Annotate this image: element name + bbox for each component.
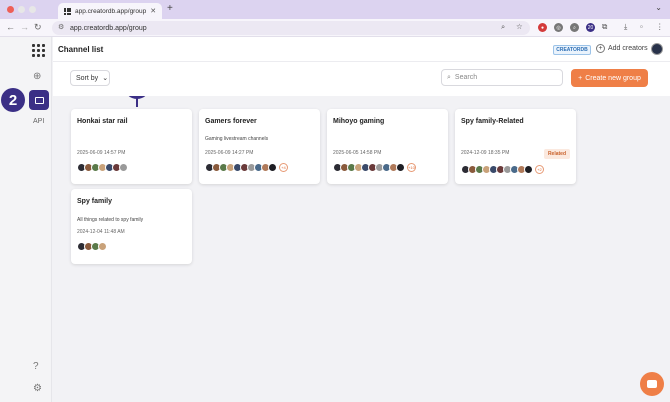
group-date: 2024-12-04 11:48 AM	[77, 229, 125, 235]
menu-kebab-icon[interactable]: ⋮	[656, 22, 664, 31]
bookmark-star-icon[interactable]: ☆	[516, 22, 523, 31]
globe-icon[interactable]: ⊕	[33, 71, 41, 82]
group-card[interactable]: Mihoyo gaming 2025-06-05 14:58 PM +10	[327, 109, 448, 184]
api-nav-link[interactable]: API	[33, 118, 44, 125]
sort-by-label: Sort by	[76, 74, 99, 82]
forward-arrow-icon[interactable]: →	[20, 22, 29, 32]
creator-avatar	[119, 163, 128, 172]
group-title: Honkai star rail	[77, 118, 128, 125]
chat-support-button[interactable]	[640, 372, 664, 396]
reload-icon[interactable]: ↻	[34, 22, 42, 33]
group-card[interactable]: Spy family All things related to spy fam…	[71, 189, 192, 264]
browser-tab[interactable]: app.creatordb.app/group ✕	[58, 3, 162, 19]
add-creators-label: Add creators	[608, 45, 648, 52]
page-title: Channel list	[58, 45, 104, 54]
sort-by-dropdown[interactable]: Sort by ⌄	[70, 70, 110, 86]
group-avatars	[77, 163, 128, 172]
browser-toolbar: ← → ↻ ⚙ app.creatordb.app/group ⌕ ☆ ● ◎ …	[0, 19, 670, 37]
group-title: Spy family-Related	[461, 118, 524, 125]
plus-icon: +	[578, 74, 583, 82]
tab-list-chevron-icon[interactable]: ⌄	[655, 3, 662, 12]
group-avatars: +4	[205, 163, 288, 172]
more-creators-badge: +2	[535, 165, 544, 174]
extension-icon[interactable]: ⌕	[570, 23, 579, 32]
creator-avatar	[268, 163, 277, 172]
app-logo[interactable]	[32, 44, 45, 57]
page-header: Channel list CREATORDB + Add creators	[53, 37, 670, 62]
plus-circle-icon: +	[596, 44, 605, 53]
channel-list-nav-button[interactable]	[29, 90, 49, 110]
creator-avatar	[396, 163, 405, 172]
favicon-icon	[64, 7, 71, 15]
profile-icon[interactable]: ▫	[640, 22, 643, 31]
group-card[interactable]: Spy family-Related Related 2024-12-09 18…	[455, 109, 576, 184]
back-arrow-icon[interactable]: ←	[6, 22, 15, 32]
close-window-button[interactable]	[7, 6, 14, 13]
step-3-pointer	[136, 98, 138, 107]
address-bar[interactable]: ⚙ app.creatordb.app/group	[52, 21, 530, 35]
group-date: 2024-12-09 18:35 PM	[461, 150, 510, 156]
tab-title: app.creatordb.app/group	[75, 7, 147, 15]
group-title: Gamers forever	[205, 118, 257, 125]
zoom-window-button[interactable]	[29, 6, 36, 13]
creator-avatar	[524, 165, 533, 174]
list-toolbar: Sort by ⌄ ⌕ Search + Create new group	[53, 62, 670, 96]
group-avatars: +2	[461, 165, 544, 174]
chevron-down-icon: ⌄	[102, 75, 109, 82]
group-date: 2025-06-09 14:57 PM	[77, 150, 126, 156]
extension-badge-icon[interactable]: 20	[586, 23, 595, 32]
step-2-marker: 2	[1, 88, 25, 112]
related-badge: Related	[543, 149, 570, 159]
group-description: Gaming livestream channels	[205, 136, 269, 142]
site-info-icon[interactable]: ⚙	[58, 23, 64, 31]
help-icon[interactable]: ?	[33, 361, 39, 372]
download-icon[interactable]: ⤓	[624, 22, 627, 32]
group-card[interactable]: Gamers forever Gaming livestream channel…	[199, 109, 320, 184]
user-avatar[interactable]	[651, 43, 663, 55]
group-title: Spy family	[77, 198, 113, 205]
search-icon: ⌕	[447, 73, 451, 81]
group-date: 2025-06-05 14:58 PM	[333, 150, 382, 156]
search-input[interactable]: ⌕ Search	[441, 69, 563, 86]
minimize-window-button[interactable]	[18, 6, 25, 13]
group-title: Mihoyo gaming	[333, 118, 385, 125]
browser-tab-bar: app.creatordb.app/group ✕ + ⌄	[0, 0, 670, 19]
extension-icon[interactable]: ◎	[554, 23, 563, 32]
brand-badge: CREATORDB	[553, 45, 591, 55]
group-card[interactable]: Honkai star rail 2025-06-09 14:57 PM	[71, 109, 192, 184]
group-description: All things related to spy family	[77, 217, 144, 223]
folder-icon	[34, 96, 44, 104]
settings-gear-icon[interactable]: ⚙	[33, 383, 42, 394]
create-new-group-label: Create new group	[585, 74, 641, 82]
search-placeholder: Search	[454, 74, 478, 81]
extensions-puzzle-icon[interactable]: ⧉	[602, 22, 607, 32]
add-creators-button[interactable]: + Add creators	[596, 44, 648, 53]
url-text: app.creatordb.app/group	[70, 24, 147, 32]
creator-avatar	[98, 242, 107, 251]
more-creators-badge: +10	[407, 163, 416, 172]
chat-bubble-icon	[647, 380, 657, 388]
group-avatars: +10	[333, 163, 416, 172]
new-tab-button[interactable]: +	[167, 3, 173, 14]
more-creators-badge: +4	[279, 163, 288, 172]
zoom-icon[interactable]: ⌕	[501, 22, 505, 32]
close-tab-icon[interactable]: ✕	[150, 7, 156, 15]
group-date: 2025-06-09 14:27 PM	[205, 150, 254, 156]
extension-icon[interactable]: ●	[538, 23, 547, 32]
group-avatars	[77, 242, 107, 251]
create-new-group-button[interactable]: + Create new group	[571, 69, 648, 87]
